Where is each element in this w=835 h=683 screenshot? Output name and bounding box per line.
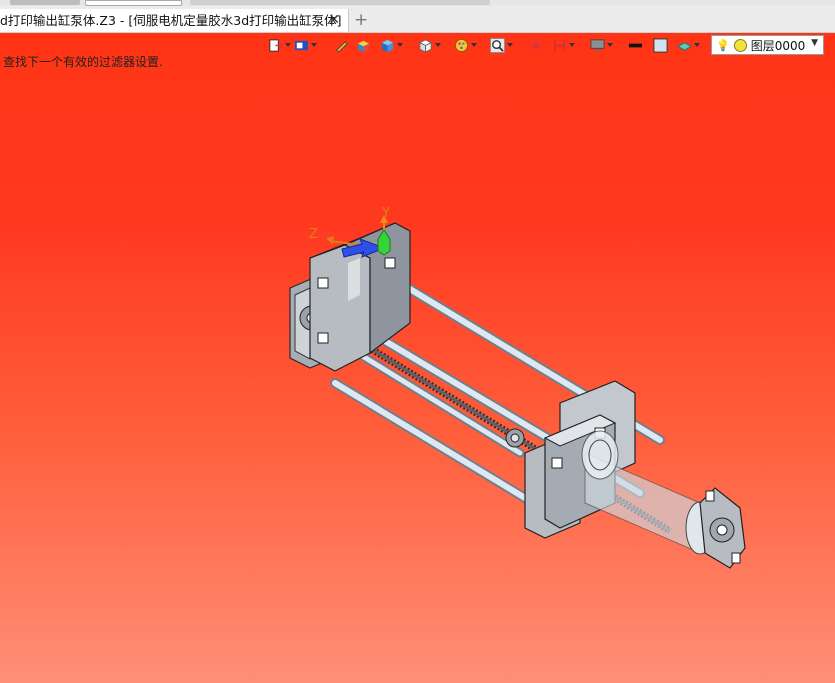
close-icon[interactable]: ✕ bbox=[328, 9, 340, 32]
quick-tools-bar[interactable] bbox=[190, 0, 490, 5]
tab-document[interactable]: d打印输出缸泵体.Z3 - [伺服电机定量胶水3d打印输出缸泵体] ✕ bbox=[0, 9, 349, 32]
end-cap[interactable] bbox=[699, 487, 746, 569]
syringe-cylinder[interactable] bbox=[581, 430, 715, 555]
cad-model[interactable]: Y Z bbox=[0, 33, 835, 683]
graphics-viewport[interactable]: 查找下一个有效的过滤器设置. 💡 图层0000 ▼ Y Z bbox=[0, 33, 835, 683]
document-tab-bar: d打印输出缸泵体.Z3 - [伺服电机定量胶水3d打印输出缸泵体] ✕ + bbox=[0, 6, 835, 33]
quick-access-bar[interactable] bbox=[10, 0, 80, 5]
new-tab-icon[interactable]: + bbox=[354, 8, 368, 32]
axis-z-label: Z bbox=[309, 227, 318, 242]
tab-title: d打印输出缸泵体.Z3 - [伺服电机定量胶水3d打印输出缸泵体] bbox=[0, 13, 342, 28]
axis-y-label: Y bbox=[381, 206, 390, 221]
